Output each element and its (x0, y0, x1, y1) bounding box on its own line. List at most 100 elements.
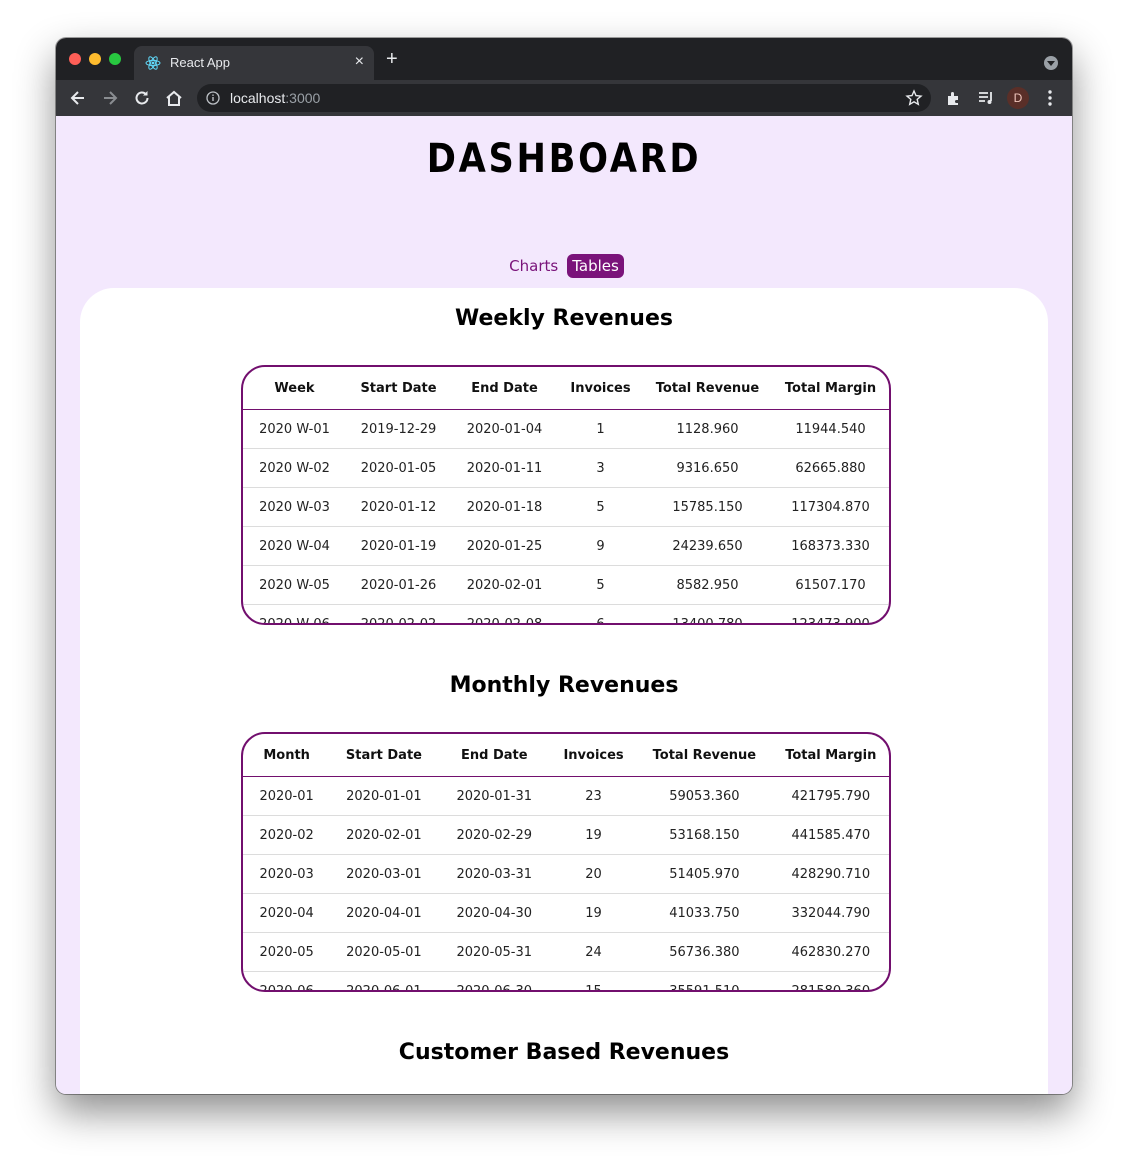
address-bar[interactable]: localhost:3000 (197, 84, 931, 112)
tab-tables[interactable]: Tables (567, 254, 624, 278)
table-cell: 2020-01-19 (346, 526, 451, 566)
table-cell: 2020-05-01 (330, 932, 438, 972)
info-icon[interactable] (206, 91, 220, 105)
table-cell: 421795.790 (772, 776, 889, 816)
extensions-icon[interactable] (944, 88, 964, 108)
table-row: 2020-03 2020-03-01 2020-03-31 20 51405.970 42… (243, 854, 889, 894)
tables-card: Weekly Revenues Week Start Date End Date In… (80, 288, 1048, 1094)
table-cell: 23 (550, 776, 637, 816)
table-cell: 2020-02-01 (330, 815, 438, 855)
close-tab-icon[interactable]: × (355, 53, 364, 71)
table-cell: 2020-02-02 (346, 604, 451, 623)
table-cell: 35591.510 (636, 971, 773, 990)
table-cell: 6 (558, 604, 643, 623)
table-cell: 2020-01-26 (346, 565, 451, 605)
table-cell: 281580.360 (772, 971, 889, 990)
table-row: 2020 W-03 2020-01-12 2020-01-18 5 15785.150 1… (243, 487, 889, 527)
table-cell: 61507.170 (772, 565, 889, 605)
table-cell: 332044.790 (772, 893, 889, 933)
table-row: 2020-04 2020-04-01 2020-04-30 19 41033.750 33… (243, 893, 889, 933)
url-port: :3000 (285, 90, 321, 106)
close-window-button[interactable] (69, 53, 81, 65)
tab-search-icon[interactable] (1044, 56, 1058, 70)
table-cell: 2020-06-30 (437, 971, 551, 990)
table-row: 2020 W-02 2020-01-05 2020-01-11 3 9316.650 62… (243, 448, 889, 488)
table-cell: 2020-04-01 (330, 893, 438, 933)
column-header: End Date (437, 734, 551, 777)
forward-icon[interactable] (100, 88, 120, 108)
column-header: Week (243, 367, 346, 410)
table-header-row: Week Start Date End Date Invoices Total Reve… (243, 367, 889, 410)
table-cell: 59053.360 (636, 776, 773, 816)
home-icon[interactable] (164, 88, 184, 108)
table-cell: 2020 W-06 (243, 604, 346, 623)
minimize-window-button[interactable] (89, 53, 101, 65)
table-cell: 2020-01-31 (437, 776, 551, 816)
table-cell: 1 (558, 409, 643, 449)
weekly-revenues-title: Weekly Revenues (455, 306, 673, 331)
table-cell: 13400.780 (643, 604, 772, 623)
column-header: Total Margin (772, 734, 889, 777)
table-cell: 2020-02-08 (451, 604, 558, 623)
table-cell: 2020-06 (243, 971, 331, 990)
media-control-icon[interactable] (976, 88, 996, 108)
table-cell: 2020-01-11 (451, 448, 558, 488)
back-icon[interactable] (68, 88, 88, 108)
table-cell: 2020 W-01 (243, 409, 346, 449)
table-cell: 3 (558, 448, 643, 488)
table-cell: 2020-01-25 (451, 526, 558, 566)
profile-avatar[interactable]: D (1007, 87, 1029, 109)
table-cell: 41033.750 (636, 893, 773, 933)
table-cell: 2020-01-05 (346, 448, 451, 488)
monthly-revenues-title: Monthly Revenues (449, 673, 679, 698)
tab-charts[interactable]: Charts (504, 254, 563, 278)
table-cell: 53168.150 (636, 815, 773, 855)
maximize-window-button[interactable] (109, 53, 121, 65)
table-cell: 20 (550, 854, 637, 894)
table-cell: 117304.870 (772, 487, 889, 527)
table-row: 2020 W-01 2019-12-29 2020-01-04 1 1128.960 11… (243, 409, 889, 449)
table-row: 2020 W-06 2020-02-02 2020-02-08 6 13400.780 1… (243, 604, 889, 623)
tab-title: React App (170, 55, 230, 70)
column-header: Start Date (330, 734, 438, 777)
table-cell: 2020-02-29 (437, 815, 551, 855)
reload-icon[interactable] (132, 88, 152, 108)
table-cell: 2020-01-12 (346, 487, 451, 527)
column-header: Invoices (550, 734, 637, 777)
browser-toolbar: localhost:3000 (56, 80, 1072, 116)
monthly-revenues-table[interactable]: Month Start Date End Date Invoices Total Rev… (241, 732, 891, 992)
page-title: DASHBOARD (426, 136, 702, 182)
table-cell: 9 (558, 526, 643, 566)
menu-dots-icon[interactable] (1040, 88, 1060, 108)
bookmark-star-icon[interactable] (905, 89, 923, 107)
table-row: 2020-01 2020-01-01 2020-01-31 23 59053.360 42… (243, 776, 889, 816)
weekly-revenues-table[interactable]: Week Start Date End Date Invoices Total Reve… (241, 365, 891, 625)
table-cell: 441585.470 (772, 815, 889, 855)
table-cell: 2020-04 (243, 893, 331, 933)
table-cell: 15 (550, 971, 637, 990)
table-cell: 9316.650 (643, 448, 772, 488)
table-cell: 2020-04-30 (437, 893, 551, 933)
table-cell: 1128.960 (643, 409, 772, 449)
customer-revenues-title: Customer Based Revenues (398, 1040, 730, 1065)
url-text: localhost:3000 (230, 90, 320, 106)
table-cell: 51405.970 (636, 854, 773, 894)
table-cell: 24239.650 (643, 526, 772, 566)
table-cell: 462830.270 (772, 932, 889, 972)
table-cell: 2020 W-03 (243, 487, 346, 527)
table-cell: 15785.150 (643, 487, 772, 527)
table-cell: 2020-06-01 (330, 971, 438, 990)
table-cell: 19 (550, 893, 637, 933)
table-cell: 2020-03 (243, 854, 331, 894)
table-cell: 2020-01-01 (330, 776, 438, 816)
table-header-row: Month Start Date End Date Invoices Total Rev… (243, 734, 889, 777)
table-cell: 24 (550, 932, 637, 972)
table-cell: 5 (558, 565, 643, 605)
table-cell: 2020-01-18 (451, 487, 558, 527)
new-tab-button[interactable]: + (386, 49, 398, 69)
browser-tab[interactable]: React App × (134, 46, 374, 80)
column-header: Invoices (558, 367, 643, 410)
table-cell: 2020-03-31 (437, 854, 551, 894)
page-content: DASHBOARD Charts Tables Weekly Revenues W… (56, 116, 1072, 1094)
table-cell: 2019-12-29 (346, 409, 451, 449)
